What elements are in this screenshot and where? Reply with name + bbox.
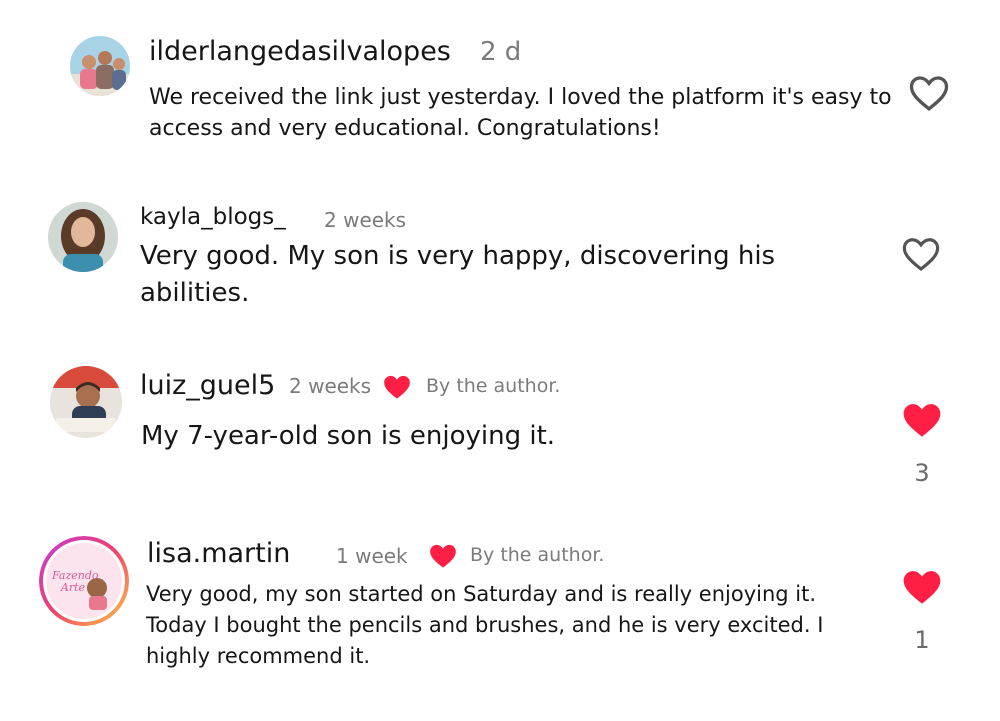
like-count: 3 [914, 459, 930, 487]
author-heart-icon [430, 544, 456, 568]
comment-text: My 7-year-old son is enjoying it. [141, 421, 556, 451]
avatar[interactable] [50, 366, 122, 438]
comment-time: 1 week [336, 544, 408, 568]
like-button[interactable] [902, 401, 942, 439]
like-button[interactable] [909, 74, 949, 112]
username[interactable]: kayla_blogs_ [140, 204, 286, 230]
comment-text: Very good, my son started on Saturday an… [146, 582, 824, 668]
username[interactable]: ilderlangedasilvalopes [149, 36, 451, 67]
comment-item: ilderlangedasilvalopes 2 d We received t… [0, 0, 1000, 180]
like-button[interactable] [902, 568, 942, 606]
comment-time: 2 weeks [289, 374, 372, 398]
like-button[interactable] [902, 236, 940, 272]
comment-item: kayla_blogs_ 2 weeks Very good. My son i… [0, 180, 1000, 350]
like-count: 1 [914, 626, 930, 654]
heart-outline-icon [909, 76, 949, 111]
author-liked-label: By the author. [470, 544, 605, 566]
comment-text: Very good. My son is very happy, discove… [140, 241, 776, 308]
avatar-logo-text: Fazendo Arte [52, 569, 99, 594]
avatar[interactable] [70, 36, 130, 96]
username[interactable]: luiz_guel5 [140, 370, 275, 401]
heart-filled-icon [903, 404, 941, 437]
heart-filled-icon [903, 571, 941, 604]
comment-text: We received the link just yesterday. I l… [149, 85, 892, 141]
username[interactable]: lisa.martin [147, 538, 290, 569]
author-heart-icon [384, 375, 410, 399]
author-liked-label: By the author. [426, 375, 561, 397]
comment-time: 2 weeks [324, 208, 407, 232]
avatar[interactable] [48, 202, 118, 272]
comment-item: luiz_guel5 2 weeks By the author. My 7-y… [0, 350, 1000, 520]
heart-outline-icon [902, 238, 940, 272]
comment-item: Fazendo Arte lisa.martin 1 week By the a… [0, 520, 1000, 710]
avatar[interactable]: Fazendo Arte [39, 536, 129, 626]
comment-time: 2 d [480, 37, 522, 67]
